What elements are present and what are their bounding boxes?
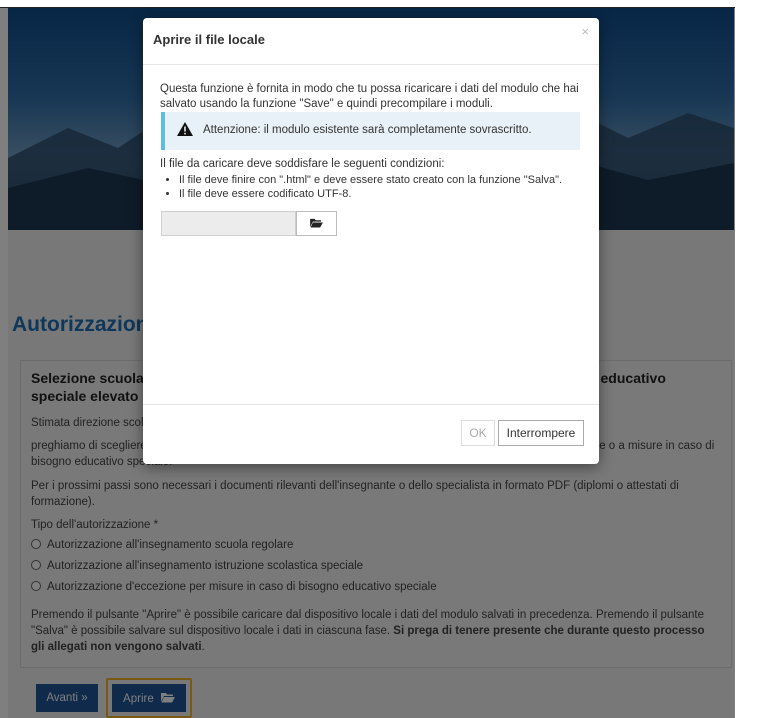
warning-alert: Attenzione: il modulo esistente sarà com… — [161, 112, 580, 150]
close-icon[interactable]: × — [581, 24, 589, 39]
cancel-button[interactable]: Interrompere — [498, 420, 584, 446]
dialog-description: Questa funzione è fornita in modo che tu… — [160, 83, 579, 110]
file-path-input[interactable] — [161, 211, 296, 236]
condition-item: Il file deve finire con ".html" e deve e… — [179, 173, 562, 187]
browse-file-button[interactable] — [296, 211, 337, 236]
dialog-footer-divider — [143, 404, 599, 405]
warning-text: Attenzione: il modulo esistente sarà com… — [203, 124, 532, 136]
conditions-list: Il file deve finire con ".html" e deve e… — [171, 173, 562, 201]
warning-icon — [177, 122, 193, 136]
condition-item: Il file deve essere codificato UTF-8. — [179, 187, 562, 201]
dialog-title: Aprire il file locale — [153, 32, 265, 47]
dialog-header-divider — [143, 64, 599, 65]
ok-button[interactable]: OK — [461, 420, 495, 446]
conditions-title: Il file da caricare deve soddisfare le s… — [160, 158, 445, 170]
folder-open-icon — [310, 218, 323, 228]
open-file-dialog: Aprire il file locale × Questa funzione … — [143, 18, 599, 464]
